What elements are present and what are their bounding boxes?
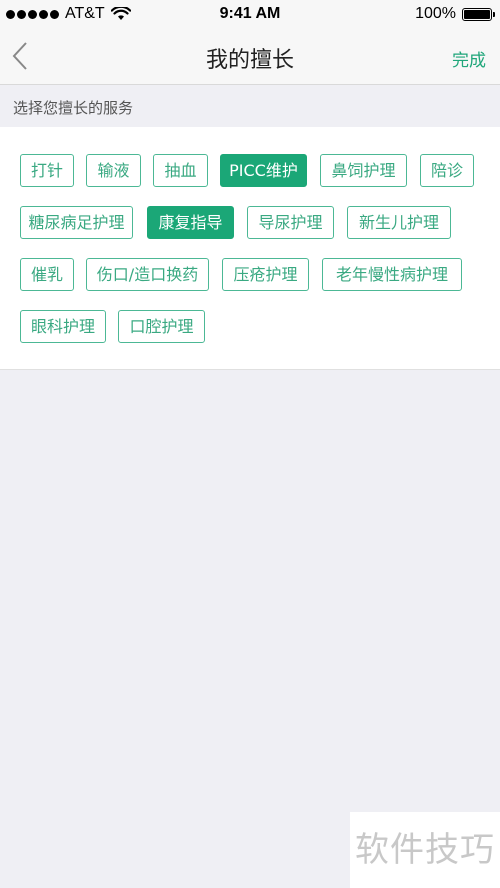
- skill-tag-elderly-chronic[interactable]: 老年慢性病护理: [322, 258, 462, 291]
- watermark: 软件技巧: [350, 812, 500, 888]
- battery-percent: 100%: [415, 5, 456, 22]
- skill-tag-catheter[interactable]: 导尿护理: [247, 206, 334, 239]
- skill-tag-wound-stoma[interactable]: 伤口/造口换药: [86, 258, 209, 291]
- skill-tag-lactation[interactable]: 催乳: [20, 258, 74, 291]
- battery-icon: [462, 7, 495, 21]
- skill-tag-picc[interactable]: PICC维护: [220, 154, 307, 187]
- skill-tag-rehab[interactable]: 康复指导: [147, 206, 234, 239]
- skill-tag-escort[interactable]: 陪诊: [420, 154, 474, 187]
- section-header: 选择您擅长的服务: [0, 86, 500, 127]
- page-title: 我的擅长: [205, 48, 294, 73]
- skill-tag-diabetic-foot[interactable]: 糖尿病足护理: [20, 206, 133, 239]
- navigation-bar: 我的擅长 完成: [0, 28, 500, 85]
- status-right: 100%: [415, 5, 495, 23]
- skill-tag-panel: 打针 输液 抽血 PICC维护 鼻饲护理 陪诊 糖尿病足护理 康复指导 导尿护理…: [0, 127, 500, 370]
- skill-tag-blood-draw[interactable]: 抽血: [153, 154, 208, 187]
- skill-tag-ophthalmic[interactable]: 眼科护理: [20, 310, 106, 343]
- skill-tag-injection[interactable]: 打针: [20, 154, 74, 187]
- skill-tag-nasogastric[interactable]: 鼻饲护理: [320, 154, 407, 187]
- done-button[interactable]: 完成: [452, 46, 486, 71]
- skill-tag-oral[interactable]: 口腔护理: [118, 310, 205, 343]
- skill-tag-infusion[interactable]: 输液: [86, 154, 141, 187]
- skill-tag-pressure-sore[interactable]: 压疮护理: [222, 258, 309, 291]
- skill-tag-newborn[interactable]: 新生儿护理: [347, 206, 451, 239]
- status-bar: AT&T 9:41 AM 100%: [0, 0, 500, 28]
